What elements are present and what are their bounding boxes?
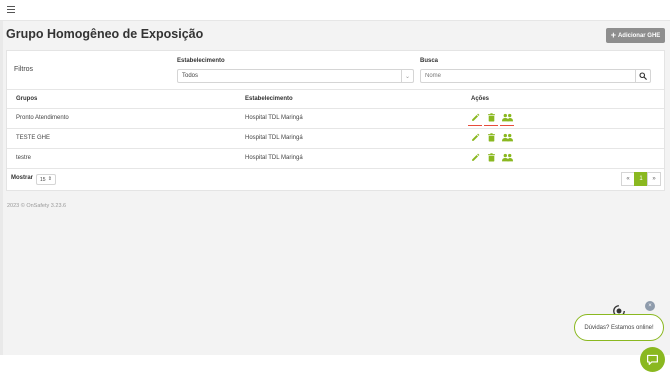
row-actions	[468, 111, 514, 126]
sidebar-edge	[0, 21, 3, 355]
row-actions	[469, 131, 513, 143]
top-bar	[0, 0, 670, 21]
chat-button[interactable]	[640, 347, 665, 372]
chat-bubble[interactable]: Dúvidas? Estamos online!	[574, 314, 664, 341]
filters-title: Filtros	[14, 66, 34, 73]
column-header-actions: Ações	[471, 96, 490, 102]
add-ghe-button-label: Adicionar GHE	[617, 32, 661, 39]
edit-button[interactable]	[468, 111, 482, 126]
chat-icon	[647, 354, 658, 365]
members-button[interactable]	[501, 131, 513, 143]
page-size-value: 15	[40, 176, 46, 183]
members-button[interactable]	[500, 111, 514, 126]
establishment-name: Hospital TDL Maringá	[245, 155, 303, 161]
prev-page-button[interactable]: «	[621, 172, 635, 186]
group-name: testre	[16, 155, 32, 161]
pencil-icon	[471, 153, 479, 161]
page-title: Grupo Homogêneo de Exposição	[6, 27, 204, 41]
establishment-name: Hospital TDL Maringá	[245, 135, 303, 141]
group-name: TESTE GHE	[16, 135, 51, 141]
pencil-icon	[471, 113, 479, 121]
magnifier-icon	[639, 72, 647, 80]
search-label: Busca	[420, 58, 439, 64]
pencil-icon	[471, 133, 479, 141]
page-button-current[interactable]: 1	[634, 172, 648, 186]
users-icon	[501, 133, 513, 141]
footer-copyright: 2023 © OnSafety 3.23.6	[7, 203, 67, 209]
delete-button[interactable]	[485, 151, 497, 163]
table-row: TESTE GHE Hospital TDL Maringá	[7, 129, 664, 148]
chevron-down-icon: ⌄	[401, 70, 413, 82]
establishment-filter-label: Estabelecimento	[177, 58, 225, 64]
trash-icon	[487, 152, 495, 161]
plus-icon: +	[610, 30, 616, 40]
row-actions	[469, 151, 513, 163]
users-icon	[501, 153, 513, 161]
trash-icon	[487, 132, 495, 141]
divider	[7, 89, 664, 90]
delete-button[interactable]	[485, 131, 497, 143]
users-icon	[501, 113, 513, 121]
column-header-groups: Grupos	[16, 96, 38, 102]
close-chat-bubble-button[interactable]: ×	[645, 301, 655, 311]
sort-arrows-icon: ⇕	[47, 176, 52, 182]
search-button[interactable]	[635, 69, 651, 83]
page-size-label: Mostrar	[11, 175, 34, 181]
column-header-establishment: Estabelecimento	[245, 96, 293, 102]
trash-icon	[487, 112, 495, 121]
edit-button[interactable]	[469, 131, 481, 143]
table-row: Pronto Atendimento Hospital TDL Maringá	[7, 109, 664, 128]
page-size-select[interactable]: 15 ⇕	[36, 174, 56, 185]
hamburger-icon[interactable]	[7, 6, 15, 14]
search-input[interactable]	[420, 69, 636, 83]
add-ghe-button[interactable]: + Adicionar GHE	[606, 28, 665, 43]
table-row: testre Hospital TDL Maringá	[7, 149, 664, 168]
establishment-select[interactable]: Todos ⌄	[177, 69, 414, 83]
establishment-select-value: Todos	[182, 73, 199, 79]
group-name: Pronto Atendimento	[16, 115, 69, 121]
next-page-button[interactable]: »	[647, 172, 661, 186]
delete-button[interactable]	[484, 111, 498, 126]
pagination: « 1 »	[621, 172, 661, 186]
divider	[7, 168, 664, 169]
members-button[interactable]	[501, 151, 513, 163]
edit-button[interactable]	[469, 151, 481, 163]
ghe-card: Filtros Estabelecimento Todos ⌄ Busca Gr…	[6, 50, 665, 191]
establishment-name: Hospital TDL Maringá	[245, 115, 303, 121]
